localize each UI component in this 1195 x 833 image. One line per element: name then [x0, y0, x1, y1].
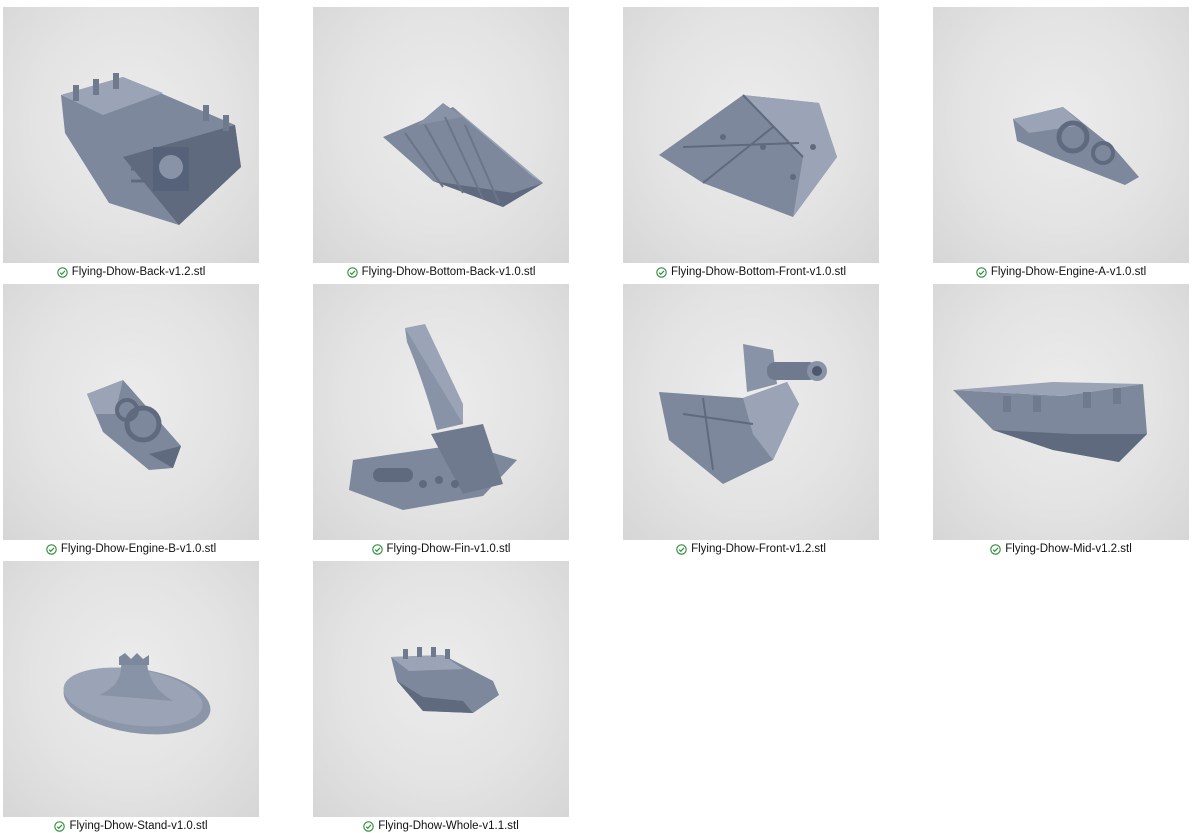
stl-thumbnail [933, 7, 1189, 263]
synced-check-icon [56, 266, 68, 278]
file-name: Flying-Dhow-Back-v1.2.stl [71, 266, 206, 278]
file-name-label: Flying-Dhow-Back-v1.2.stl [3, 264, 259, 280]
file-name-label: Flying-Dhow-Bottom-Front-v1.0.stl [623, 264, 879, 280]
stl-thumbnail [313, 284, 569, 540]
file-item[interactable]: Flying-Dhow-Mid-v1.2.stl [933, 284, 1189, 556]
file-name-label: Flying-Dhow-Mid-v1.2.stl [933, 541, 1189, 557]
file-name-label: Flying-Dhow-Stand-v1.0.stl [3, 818, 259, 833]
file-item[interactable]: Flying-Dhow-Fin-v1.0.stl [313, 284, 569, 556]
synced-check-icon [990, 543, 1001, 555]
file-name-label: Flying-Dhow-Fin-v1.0.stl [313, 541, 569, 557]
file-item[interactable]: Flying-Dhow-Bottom-Back-v1.0.stl [313, 7, 569, 279]
synced-check-icon [656, 266, 667, 278]
stl-thumbnail [3, 561, 259, 817]
synced-check-icon [371, 543, 383, 555]
synced-check-icon [676, 543, 687, 555]
stl-thumbnail [623, 7, 879, 263]
file-name-label: Flying-Dhow-Front-v1.2.stl [623, 541, 879, 557]
file-item[interactable]: Flying-Dhow-Engine-B-v1.0.stl [3, 284, 259, 556]
file-name-label: Flying-Dhow-Whole-v1.1.stl [313, 818, 569, 833]
file-item[interactable]: Flying-Dhow-Stand-v1.0.stl [3, 561, 259, 833]
file-name: Flying-Dhow-Mid-v1.2.stl [1005, 543, 1132, 555]
synced-check-icon [46, 543, 57, 555]
file-item[interactable]: Flying-Dhow-Bottom-Front-v1.0.stl [623, 7, 879, 279]
file-thumbnail-grid: Flying-Dhow-Back-v1.2.stl Flying-Dhow-Bo… [0, 0, 1195, 833]
file-item[interactable]: Flying-Dhow-Engine-A-v1.0.stl [933, 7, 1189, 279]
file-name: Flying-Dhow-Engine-A-v1.0.stl [990, 266, 1147, 278]
file-name: Flying-Dhow-Bottom-Front-v1.0.stl [670, 266, 847, 278]
stl-thumbnail [623, 284, 879, 540]
file-name-label: Flying-Dhow-Bottom-Back-v1.0.stl [313, 264, 569, 280]
synced-check-icon [363, 820, 374, 832]
file-name: Flying-Dhow-Engine-B-v1.0.stl [60, 543, 217, 555]
file-item[interactable]: Flying-Dhow-Back-v1.2.stl [3, 7, 259, 279]
file-name-label: Flying-Dhow-Engine-B-v1.0.stl [3, 541, 259, 557]
file-name-label: Flying-Dhow-Engine-A-v1.0.stl [933, 264, 1189, 280]
stl-thumbnail [313, 7, 569, 263]
stl-thumbnail [933, 284, 1189, 540]
file-name: Flying-Dhow-Front-v1.2.stl [691, 543, 826, 555]
synced-check-icon [976, 266, 987, 278]
stl-thumbnail [313, 561, 569, 817]
file-name: Flying-Dhow-Whole-v1.1.stl [378, 820, 519, 832]
stl-thumbnail [3, 7, 259, 263]
stl-thumbnail [3, 284, 259, 540]
synced-check-icon [54, 820, 66, 832]
file-item[interactable]: Flying-Dhow-Whole-v1.1.stl [313, 561, 569, 833]
synced-check-icon [346, 266, 358, 278]
file-name: Flying-Dhow-Bottom-Back-v1.0.stl [361, 266, 536, 278]
file-name: Flying-Dhow-Fin-v1.0.stl [386, 543, 511, 555]
file-item[interactable]: Flying-Dhow-Front-v1.2.stl [623, 284, 879, 556]
file-name: Flying-Dhow-Stand-v1.0.stl [69, 820, 208, 832]
